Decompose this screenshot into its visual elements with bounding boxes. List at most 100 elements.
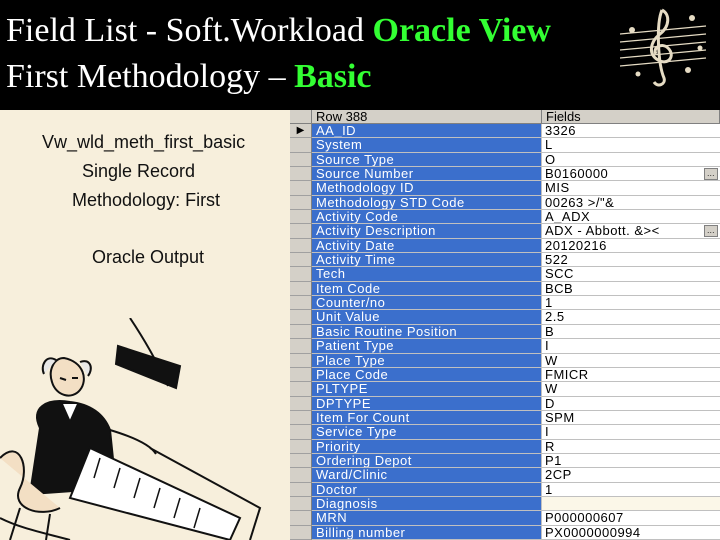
field-name-cell: Priority bbox=[312, 439, 542, 454]
row-selector[interactable] bbox=[290, 482, 312, 497]
field-name-cell: Methodology STD Code bbox=[312, 195, 542, 211]
row-selector[interactable] bbox=[290, 310, 312, 325]
field-value-text: I bbox=[545, 339, 550, 354]
row-selector[interactable] bbox=[290, 296, 312, 311]
table-row[interactable]: Activity Time 522 bbox=[290, 253, 720, 268]
title-main-1: Field List - Soft.Workload bbox=[6, 12, 373, 49]
row-selector[interactable] bbox=[290, 238, 312, 254]
field-value-cell[interactable]: SCC bbox=[542, 267, 720, 282]
table-row[interactable]: Billing number PX0000000994 bbox=[290, 525, 720, 540]
row-selector[interactable] bbox=[290, 253, 312, 268]
field-value-text: SPM bbox=[545, 410, 575, 425]
field-value-text: BCB bbox=[545, 281, 574, 296]
table-row[interactable]: Service Type I bbox=[290, 425, 720, 440]
row-selector[interactable] bbox=[290, 382, 312, 397]
field-value-cell[interactable]: P1 bbox=[542, 453, 720, 469]
row-selector[interactable] bbox=[290, 267, 312, 282]
row-selector[interactable] bbox=[290, 525, 312, 540]
table-row[interactable]: Patient Type I bbox=[290, 339, 720, 354]
row-selector[interactable] bbox=[290, 167, 312, 182]
field-value-cell[interactable]: R bbox=[542, 439, 720, 454]
row-selector[interactable] bbox=[290, 138, 312, 153]
field-name-cell: AA_ID bbox=[312, 124, 542, 139]
field-value-cell[interactable]: 522 bbox=[542, 253, 720, 268]
field-value-cell[interactable]: B bbox=[542, 324, 720, 340]
table-row[interactable]: Counter/no 1 bbox=[290, 296, 720, 311]
field-value-cell[interactable]: D bbox=[542, 396, 720, 411]
table-row[interactable]: Ward/Clinic 2CP bbox=[290, 468, 720, 483]
table-row[interactable]: Item Code BCB bbox=[290, 281, 720, 297]
row-selector[interactable] bbox=[290, 496, 312, 512]
field-value-cell[interactable]: P000000607 bbox=[542, 511, 720, 526]
field-value-cell[interactable]: L bbox=[542, 138, 720, 153]
row-selector[interactable] bbox=[290, 353, 312, 368]
row-selector[interactable] bbox=[290, 339, 312, 354]
table-row[interactable]: Ordering Depot P1 bbox=[290, 453, 720, 469]
table-row[interactable]: Item For Count SPM bbox=[290, 410, 720, 426]
row-selector[interactable] bbox=[290, 410, 312, 426]
table-row[interactable]: Source Number B0160000… bbox=[290, 167, 720, 182]
field-value-cell[interactable]: W bbox=[542, 382, 720, 397]
field-value-cell[interactable]: 20120216 bbox=[542, 238, 720, 254]
row-selector[interactable] bbox=[290, 453, 312, 469]
field-value-cell[interactable]: 2.5 bbox=[542, 310, 720, 325]
row-selector[interactable] bbox=[290, 210, 312, 225]
table-row[interactable]: DPTYPE D bbox=[290, 396, 720, 411]
row-selector[interactable] bbox=[290, 396, 312, 411]
table-row[interactable]: Activity Date 20120216 bbox=[290, 238, 720, 254]
table-row[interactable]: Methodology ID MIS bbox=[290, 181, 720, 196]
table-row[interactable]: System L bbox=[290, 138, 720, 153]
ellipsis-button[interactable]: … bbox=[704, 225, 718, 238]
field-value-cell[interactable]: 2CP bbox=[542, 468, 720, 483]
field-value-cell[interactable]: W bbox=[542, 353, 720, 368]
current-row-marker[interactable]: ▶ bbox=[290, 124, 312, 139]
table-row[interactable]: Activity Description ADX - Abbott. &><… bbox=[290, 224, 720, 239]
row-selector[interactable] bbox=[290, 324, 312, 340]
row-selector[interactable] bbox=[290, 425, 312, 440]
field-value-cell[interactable] bbox=[542, 496, 720, 512]
field-name-cell: DPTYPE bbox=[312, 396, 542, 411]
row-selector[interactable] bbox=[290, 468, 312, 483]
field-value-cell[interactable]: MIS bbox=[542, 181, 720, 196]
field-value-cell[interactable]: 1 bbox=[542, 296, 720, 311]
table-row[interactable]: Source Type O bbox=[290, 152, 720, 168]
field-value-cell[interactable]: SPM bbox=[542, 410, 720, 426]
field-name-cell: Doctor bbox=[312, 482, 542, 497]
header-fields[interactable]: Fields bbox=[542, 110, 720, 124]
field-value-cell[interactable]: PX0000000994 bbox=[542, 525, 720, 540]
table-row[interactable]: Place Type W bbox=[290, 353, 720, 368]
field-value-cell[interactable]: I bbox=[542, 425, 720, 440]
row-selector[interactable] bbox=[290, 511, 312, 526]
field-value-cell[interactable]: O bbox=[542, 152, 720, 168]
table-row[interactable]: Methodology STD Code 00263 >/"& bbox=[290, 195, 720, 211]
table-row[interactable]: Place Code FMICR bbox=[290, 367, 720, 383]
field-value-cell[interactable]: B0160000… bbox=[542, 167, 720, 182]
table-row[interactable]: Activity Code A_ADX bbox=[290, 210, 720, 225]
table-row[interactable]: Doctor 1 bbox=[290, 482, 720, 497]
table-row[interactable]: Basic Routine Position B bbox=[290, 324, 720, 340]
field-value-cell[interactable]: I bbox=[542, 339, 720, 354]
table-row[interactable]: Diagnosis bbox=[290, 496, 720, 512]
field-value-cell[interactable]: BCB bbox=[542, 281, 720, 297]
row-selector[interactable] bbox=[290, 181, 312, 196]
row-selector[interactable] bbox=[290, 224, 312, 239]
table-row[interactable]: Tech SCC bbox=[290, 267, 720, 282]
field-value-cell[interactable]: ADX - Abbott. &><… bbox=[542, 224, 720, 239]
table-row[interactable]: PLTYPE W bbox=[290, 382, 720, 397]
field-value-cell[interactable]: 3326 bbox=[542, 124, 720, 139]
header-row-number[interactable]: Row 388 bbox=[312, 110, 542, 124]
ellipsis-button[interactable]: … bbox=[704, 168, 718, 181]
table-row[interactable]: ▶ AA_ID 3326 bbox=[290, 124, 720, 139]
row-selector[interactable] bbox=[290, 152, 312, 168]
table-row[interactable]: MRN P000000607 bbox=[290, 511, 720, 526]
table-row[interactable]: Unit Value 2.5 bbox=[290, 310, 720, 325]
field-value-cell[interactable]: A_ADX bbox=[542, 210, 720, 225]
row-selector[interactable] bbox=[290, 195, 312, 211]
row-selector[interactable] bbox=[290, 367, 312, 383]
table-row[interactable]: Priority R bbox=[290, 439, 720, 454]
field-value-cell[interactable]: 00263 >/"& bbox=[542, 195, 720, 211]
field-value-cell[interactable]: 1 bbox=[542, 482, 720, 497]
row-selector[interactable] bbox=[290, 281, 312, 297]
row-selector[interactable] bbox=[290, 439, 312, 454]
field-value-cell[interactable]: FMICR bbox=[542, 367, 720, 383]
